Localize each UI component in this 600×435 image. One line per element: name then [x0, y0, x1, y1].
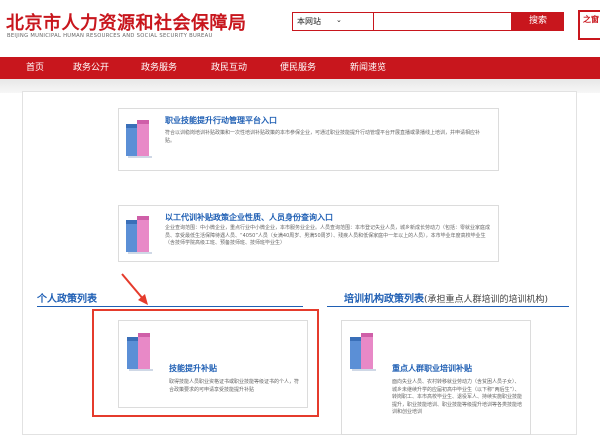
nav-item-public-interaction[interactable]: 政民互动 [211, 57, 247, 79]
institution-policy-underline [327, 306, 569, 307]
institution-policy-heading: 培训机构政策列表(承担重点人群培训的培训机构) [344, 290, 548, 305]
key-groups-training-subsidy-desc: 面向失业人员、农村转移就业劳动力（含贫困人员子女）、城乡未继续升学的应届初高中毕… [392, 379, 523, 415]
seal-text: 之窗 [583, 15, 599, 24]
search-input[interactable] [374, 12, 512, 31]
search-scope-value: 本网站 [297, 17, 321, 26]
key-groups-training-subsidy-title[interactable]: 重点人群职业培训补贴 [392, 363, 472, 374]
nav-item-home[interactable]: 首页 [26, 57, 44, 79]
nav-item-gov-services[interactable]: 政务服务 [141, 57, 177, 79]
subsidy-query-desc: 企业查询范围：中小微企业，重点行业中小微企业，本市服务业企业。人员查询范围：本市… [165, 225, 491, 246]
personal-policy-heading: 个人政策列表 [37, 294, 97, 305]
subsidy-query-title[interactable]: 以工代训补贴政策企业性质、人员身份查询入口 [165, 212, 333, 223]
search-button[interactable]: 搜索 [512, 12, 564, 31]
nav-item-gov-affairs-public[interactable]: 政务公开 [73, 57, 109, 79]
chevron-down-icon: ⌄ [336, 16, 342, 24]
main-nav: 首页 政务公开 政务服务 政民互动 便民服务 新闻速览 [0, 57, 600, 79]
seal-logo-icon[interactable]: 之窗 [578, 10, 600, 40]
institution-policy-title: 培训机构政策列表 [344, 294, 424, 305]
search-scope-select[interactable]: 本网站 ⌄ [292, 12, 374, 31]
platform-entry-title[interactable]: 职业技能提升行动管理平台入口 [165, 115, 277, 126]
site-logo-subtitle: BEIJING MUNICIPAL HUMAN RESOURCES AND SO… [7, 33, 213, 39]
nav-item-news[interactable]: 新闻速览 [350, 57, 386, 79]
highlight-box [92, 309, 319, 417]
books-icon [126, 120, 152, 158]
subsidy-query-card[interactable]: 以工代训补贴政策企业性质、人员身份查询入口 企业查询范围：中小微企业，重点行业中… [118, 205, 499, 262]
books-icon [126, 216, 152, 254]
personal-policy-underline [37, 306, 303, 307]
books-icon [350, 333, 376, 371]
nav-item-citizen-services[interactable]: 便民服务 [280, 57, 316, 79]
platform-entry-desc: 符合以训稳岗培训补贴政策和一次性培训补贴政策的本市参保企业，可通过职业技能提升行… [165, 130, 481, 144]
site-logo-title[interactable]: 北京市人力资源和社会保障局 [6, 9, 247, 35]
site-header: 北京市人力资源和社会保障局 BEIJING MUNICIPAL HUMAN RE… [0, 0, 600, 57]
platform-entry-card[interactable]: 职业技能提升行动管理平台入口 符合以训稳岗培训补贴政策和一次性培训补贴政策的本市… [118, 108, 499, 171]
key-groups-training-subsidy-card[interactable]: 重点人群职业培训补贴 面向失业人员、农村转移就业劳动力（含贫困人员子女）、城乡未… [341, 320, 531, 435]
institution-policy-subtitle: (承担重点人群培训的培训机构) [424, 295, 549, 305]
